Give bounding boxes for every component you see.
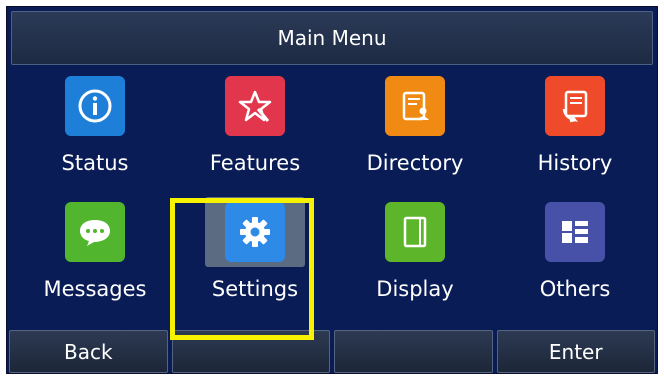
selected-tile: [205, 197, 305, 267]
message-icon: [65, 202, 125, 262]
grid-icon: [545, 202, 605, 262]
star-icon: [225, 76, 285, 136]
menu-item-display[interactable]: Display: [350, 197, 480, 312]
menu-item-directory[interactable]: Directory: [350, 71, 480, 186]
menu-item-label: History: [537, 151, 613, 175]
menu-item-label: Directory: [366, 151, 464, 175]
menu-item-label: Status: [61, 151, 129, 175]
menu-item-label: Settings: [211, 277, 299, 301]
page-title: Main Menu: [11, 11, 653, 65]
softkey-3[interactable]: [334, 330, 493, 373]
menu-item-label: Display: [376, 277, 454, 301]
softkey-bar: Back Enter: [9, 330, 655, 373]
menu-item-history[interactable]: History: [510, 71, 640, 186]
gear-icon: [225, 202, 285, 262]
display-icon: [385, 202, 445, 262]
softkey-2[interactable]: [171, 330, 330, 373]
menu-item-label: Features: [209, 151, 301, 175]
menu-item-messages[interactable]: Messages: [30, 197, 160, 312]
menu-item-label: Messages: [43, 277, 147, 301]
back-button[interactable]: Back: [9, 330, 168, 373]
enter-button[interactable]: Enter: [496, 330, 655, 373]
directory-icon: [385, 76, 445, 136]
menu-item-status[interactable]: Status: [30, 71, 160, 186]
menu-item-label: Others: [539, 277, 611, 301]
menu-item-features[interactable]: Features: [190, 71, 320, 186]
history-icon: [545, 76, 605, 136]
menu-item-others[interactable]: Others: [510, 197, 640, 312]
phone-screen: Main Menu Status Features Directory Hist…: [6, 6, 658, 374]
menu-item-settings[interactable]: Settings: [190, 197, 320, 312]
info-icon: [65, 76, 125, 136]
